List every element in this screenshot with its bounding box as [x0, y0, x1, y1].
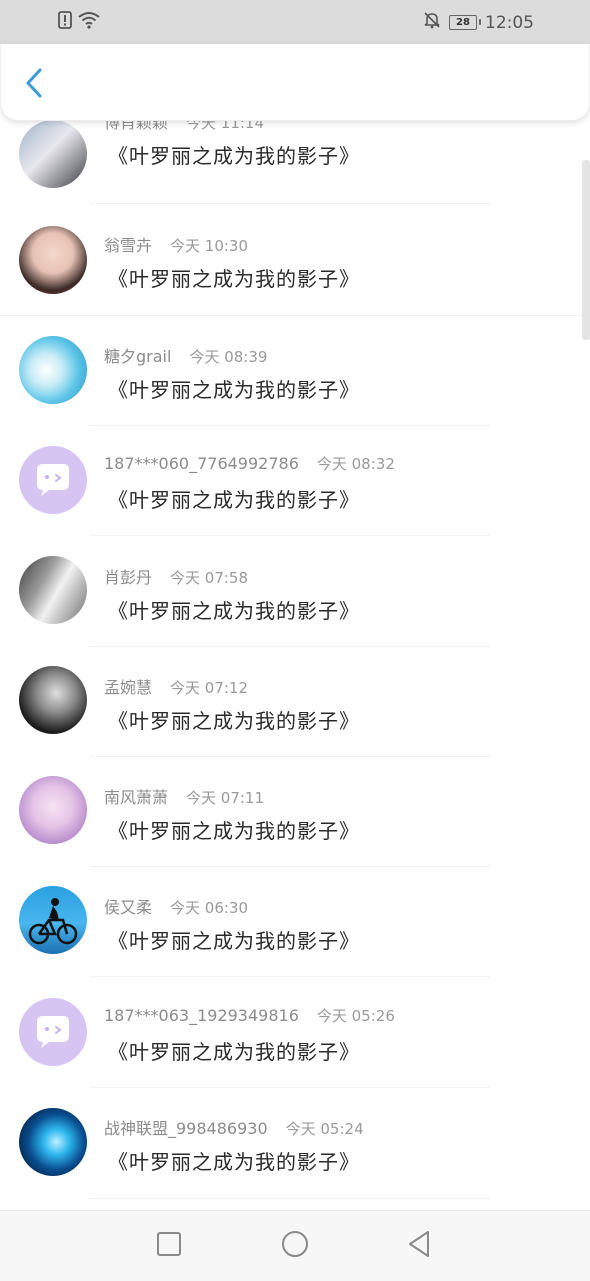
alert-icon	[58, 11, 72, 33]
list-item[interactable]: 糖夕grail 今天 08:39 《叶罗丽之成为我的影子》	[0, 326, 590, 436]
chevron-left-icon	[25, 67, 43, 103]
battery-icon: 28	[449, 15, 481, 30]
photo-avatar[interactable]	[19, 120, 87, 188]
sender-name: 侯又柔	[104, 898, 153, 917]
message-time: 今天 10:30	[170, 237, 249, 255]
square-icon	[156, 1231, 182, 1261]
message-text: 《叶罗丽之成为我的影子》	[108, 488, 360, 512]
message-text: 《叶罗丽之成为我的影子》	[108, 1040, 360, 1064]
chat-bubble-icon	[37, 1016, 69, 1048]
message-text: 《叶罗丽之成为我的影子》	[108, 599, 360, 623]
chat-bubble-icon	[37, 464, 69, 496]
divider	[90, 425, 490, 426]
sender-name: 战神联盟_998486930	[104, 1119, 268, 1138]
sender-line: 南风萧萧 今天 07:11	[104, 784, 264, 808]
list-item[interactable]: 肖彭丹 今天 07:58 《叶罗丽之成为我的影子》	[0, 546, 590, 656]
sender-line: 翁雪卉 今天 10:30	[104, 232, 248, 256]
back-nav-button[interactable]	[404, 1231, 434, 1261]
photo-avatar[interactable]	[19, 226, 87, 294]
list-item[interactable]: 南风萧萧 今天 07:11 《叶罗丽之成为我的影子》	[0, 766, 590, 876]
sender-line: 187***063_1929349816 今天 05:26	[104, 1005, 395, 1026]
sender-line: 糖夕grail 今天 08:39	[104, 343, 267, 367]
back-button[interactable]	[19, 68, 49, 102]
sender-name: 南风萧萧	[104, 788, 169, 807]
sender-name: 翁雪卉	[104, 236, 153, 255]
status-left-icons	[58, 11, 100, 33]
photo-avatar[interactable]	[19, 556, 87, 624]
divider	[90, 1198, 490, 1199]
divider	[90, 866, 490, 867]
sender-line: 侯又柔 今天 06:30	[104, 894, 248, 918]
message-text: 《叶罗丽之成为我的影子》	[108, 144, 360, 168]
message-text: 《叶罗丽之成为我的影子》	[108, 1150, 360, 1174]
triangle-back-icon	[406, 1230, 432, 1262]
message-time: 今天 11:14	[186, 120, 265, 132]
sender-line: 博肖颖颖 今天 11:14	[104, 120, 264, 133]
clock: 12:05	[485, 12, 534, 33]
sender-line: 187***060_7764992786 今天 08:32	[104, 453, 395, 474]
divider	[90, 646, 490, 647]
anime-avatar[interactable]	[19, 776, 87, 844]
divider	[90, 1087, 490, 1088]
divider	[90, 756, 490, 757]
default-chat-avatar[interactable]	[19, 446, 87, 514]
message-time: 今天 08:39	[189, 348, 268, 366]
status-bar: 28 12:05	[0, 0, 590, 44]
status-right-icons: 28 12:05	[423, 11, 534, 34]
message-text: 《叶罗丽之成为我的影子》	[108, 378, 360, 402]
divider	[90, 976, 490, 977]
sender-line: 孟婉慧 今天 07:12	[104, 674, 248, 698]
message-text: 《叶罗丽之成为我的影子》	[108, 267, 360, 291]
top-app-bar	[0, 44, 590, 121]
sender-name: 糖夕grail	[104, 347, 172, 366]
message-time: 今天 07:11	[186, 789, 265, 807]
message-time: 今天 08:32	[316, 455, 395, 473]
circle-icon	[281, 1230, 309, 1262]
mute-bell-icon	[423, 11, 441, 34]
list-item[interactable]: 孟婉慧 今天 07:12 《叶罗丽之成为我的影子》	[0, 656, 590, 766]
recent-apps-button[interactable]	[154, 1231, 184, 1261]
sender-line: 战神联盟_998486930 今天 05:24	[104, 1115, 364, 1139]
sender-name: 孟婉慧	[104, 678, 153, 697]
cyclist-avatar[interactable]	[19, 886, 87, 954]
list-item[interactable]: 侯又柔 今天 06:30 《叶罗丽之成为我的影子》	[0, 876, 590, 986]
sender-line: 肖彭丹 今天 07:58	[104, 564, 248, 588]
list-item[interactable]: 战神联盟_998486930 今天 05:24 《叶罗丽之成为我的影子》	[0, 1096, 590, 1206]
list-item[interactable]: 187***060_7764992786 今天 08:32 《叶罗丽之成为我的影子…	[0, 436, 590, 546]
home-button[interactable]	[280, 1231, 310, 1261]
sender-name: 187***063_1929349816	[104, 1006, 299, 1025]
message-text: 《叶罗丽之成为我的影子》	[108, 709, 360, 733]
message-text: 《叶罗丽之成为我的影子》	[108, 929, 360, 953]
anime-avatar[interactable]	[19, 336, 87, 404]
sender-name: 博肖颖颖	[104, 120, 169, 132]
divider	[90, 203, 490, 204]
scrollbar[interactable]	[582, 160, 590, 340]
default-chat-avatar[interactable]	[19, 998, 87, 1066]
photo-avatar[interactable]	[19, 666, 87, 734]
message-list[interactable]: 博肖颖颖 今天 11:14 《叶罗丽之成为我的影子》 翁雪卉 今天 10:30 《叶…	[0, 120, 590, 1210]
message-text: 《叶罗丽之成为我的影子》	[108, 819, 360, 843]
message-time: 今天 05:26	[316, 1007, 395, 1025]
message-time: 今天 06:30	[170, 899, 249, 917]
message-time: 今天 07:12	[170, 679, 249, 697]
divider	[0, 315, 590, 316]
wifi-icon	[78, 11, 100, 33]
sender-name: 187***060_7764992786	[104, 454, 299, 473]
list-item[interactable]: 187***063_1929349816 今天 05:26 《叶罗丽之成为我的影子…	[0, 986, 590, 1096]
message-time: 今天 07:58	[170, 569, 249, 587]
message-time: 今天 05:24	[285, 1120, 364, 1138]
bicycle-icon	[28, 898, 78, 945]
sender-name: 肖彭丹	[104, 568, 153, 587]
list-item[interactable]: 博肖颖颖 今天 11:14 《叶罗丽之成为我的影子》	[0, 120, 590, 216]
divider	[90, 535, 490, 536]
system-navigation-bar	[0, 1210, 590, 1281]
abstract-avatar[interactable]	[19, 1108, 87, 1176]
list-item[interactable]: 翁雪卉 今天 10:30 《叶罗丽之成为我的影子》	[0, 216, 590, 326]
